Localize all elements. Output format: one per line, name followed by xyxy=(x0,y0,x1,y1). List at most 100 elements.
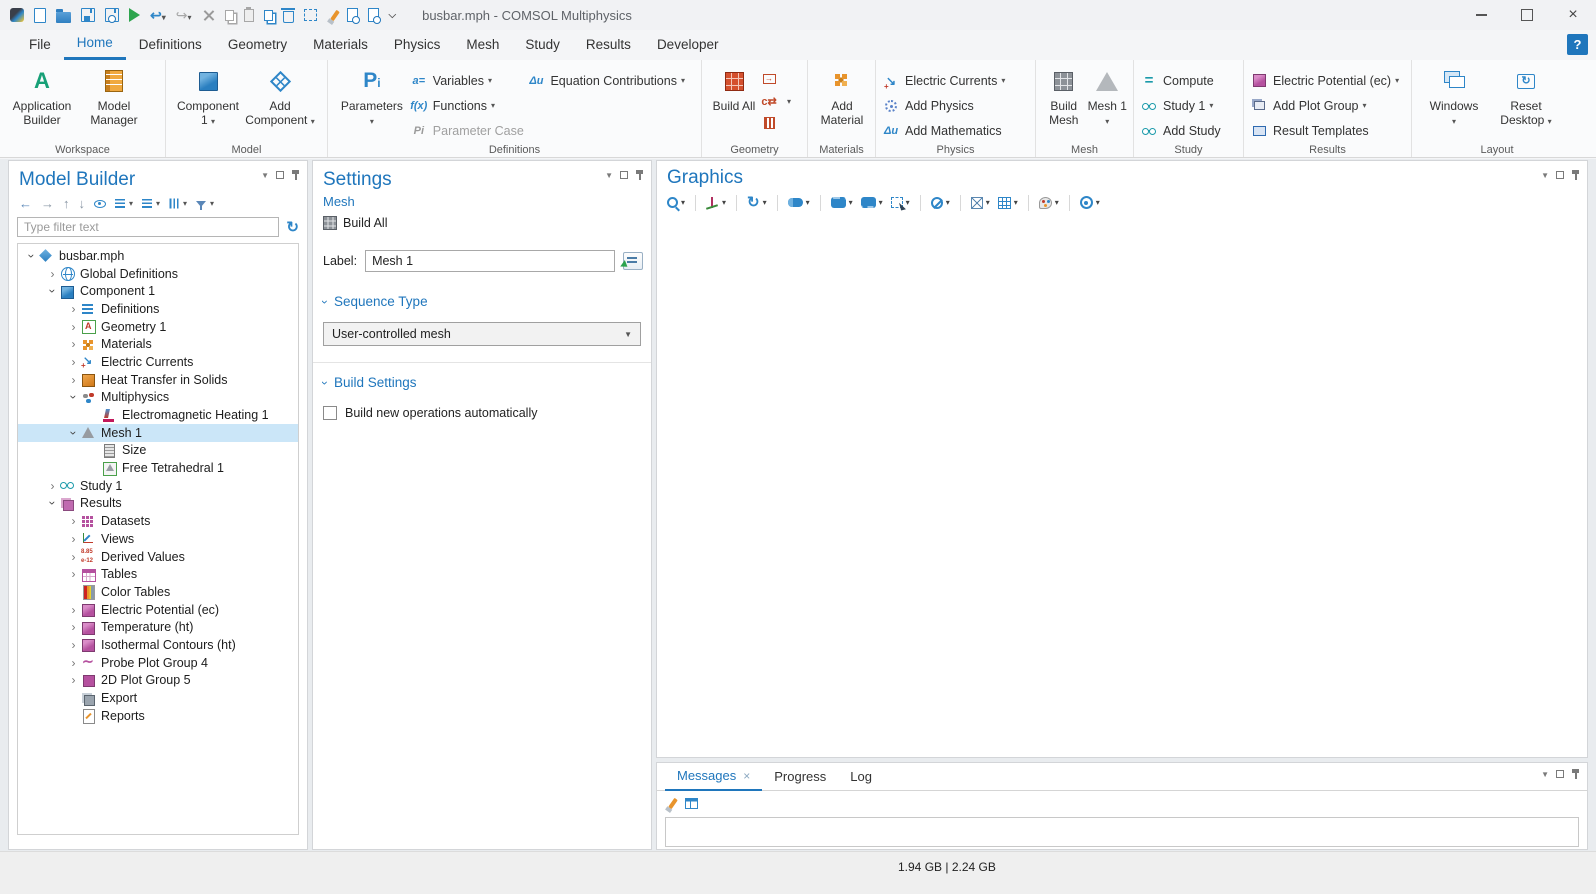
messages-tab[interactable]: Messages × xyxy=(665,763,762,791)
chevron-down-icon[interactable]: ▼ xyxy=(1541,770,1549,779)
refresh-icon[interactable]: ↻ xyxy=(286,220,299,235)
clear-messages-icon[interactable] xyxy=(668,797,678,808)
customize-toolbar-icon[interactable]: ⌵ xyxy=(389,7,397,24)
tree-row[interactable]: › Heat Transfer in Solids xyxy=(18,371,298,389)
close-button[interactable]: × xyxy=(1550,0,1596,30)
find-icon[interactable] xyxy=(347,8,358,22)
tree-chevron-icon[interactable]: › xyxy=(46,496,60,511)
tree-row[interactable]: › busbar.mph xyxy=(18,247,298,265)
tree-row[interactable]: › Size xyxy=(18,442,298,460)
chevron-down-icon[interactable]: ▼ xyxy=(605,171,613,180)
tree-row[interactable]: › Component 1 xyxy=(18,282,298,300)
tree-row[interactable]: › Study 1 xyxy=(18,477,298,495)
component-1-button[interactable]: Component 1 ▾ xyxy=(172,65,244,129)
tree-chevron-icon[interactable]: › xyxy=(66,532,81,546)
messages-tab[interactable]: Progress xyxy=(762,763,838,791)
tree-row[interactable]: › Electric Potential (ec) xyxy=(18,601,298,619)
tree-chevron-icon[interactable]: › xyxy=(66,656,81,670)
variables-button[interactable]: a= Variables▾ xyxy=(410,68,528,93)
tree-chevron-icon[interactable]: › xyxy=(45,267,60,281)
search-icon[interactable] xyxy=(368,8,379,22)
tree-chevron-icon[interactable]: › xyxy=(66,638,81,652)
tree-row[interactable]: › Results xyxy=(18,495,298,513)
tree-row[interactable]: › Color Tables xyxy=(18,583,298,601)
forward-icon[interactable]: → xyxy=(41,196,54,211)
tree-row[interactable]: › Views xyxy=(18,530,298,548)
tree-row[interactable]: › Tables xyxy=(18,565,298,583)
menu-item[interactable]: Results xyxy=(573,30,644,60)
mesh-1-button[interactable]: Mesh 1 ▾ xyxy=(1086,65,1130,129)
cut-icon[interactable] xyxy=(202,9,215,22)
menu-item[interactable]: Mesh xyxy=(453,30,512,60)
tree-row[interactable]: › Definitions xyxy=(18,300,298,318)
virtual-operations-button[interactable] xyxy=(760,114,800,132)
save-icon[interactable] xyxy=(81,8,95,22)
tree-row[interactable]: › Derived Values xyxy=(18,548,298,566)
tree-row[interactable]: › Datasets xyxy=(18,512,298,530)
tree-row[interactable]: › Reports xyxy=(18,707,298,725)
duplicate-icon[interactable] xyxy=(264,10,273,21)
redo-icon[interactable]: ↪▾ xyxy=(176,7,192,24)
electric-potential-button[interactable]: Electric Potential (ec)▾ xyxy=(1250,68,1399,93)
image-effects-icon[interactable]: ▾ xyxy=(831,197,853,208)
close-tab-icon[interactable]: × xyxy=(743,769,750,783)
menu-item[interactable]: Definitions xyxy=(126,30,215,60)
move-up-icon[interactable]: ↑ xyxy=(63,196,70,211)
windows-button[interactable]: Windows▾ xyxy=(1418,65,1490,129)
tree-chevron-icon[interactable]: › xyxy=(66,603,81,617)
select-box-icon[interactable]: ▾ xyxy=(891,197,910,208)
tree-row[interactable]: › Electromagnetic Heating 1 xyxy=(18,406,298,424)
rename-icon[interactable] xyxy=(623,252,643,270)
move-down-icon[interactable]: ↓ xyxy=(79,196,86,211)
menu-item[interactable]: Physics xyxy=(381,30,454,60)
back-icon[interactable]: ← xyxy=(19,196,32,211)
tree-row[interactable]: › Geometry 1 xyxy=(18,318,298,336)
select-box-icon[interactable] xyxy=(304,9,317,21)
rebuild-geometry-button[interactable]: c⇄▾ xyxy=(760,92,800,110)
float-panel-icon[interactable] xyxy=(276,171,284,179)
undo-icon[interactable]: ↩▾ xyxy=(150,7,166,24)
sequence-type-section-header[interactable]: › Sequence Type xyxy=(323,294,651,309)
tree-row[interactable]: › Isothermal Contours (ht) xyxy=(18,636,298,654)
messages-output[interactable] xyxy=(665,817,1579,847)
add-physics-button[interactable]: Add Physics xyxy=(882,93,1005,118)
delete-icon[interactable] xyxy=(283,11,294,23)
float-panel-icon[interactable] xyxy=(1556,171,1564,179)
tree-chevron-icon[interactable]: › xyxy=(25,248,39,263)
tree-chevron-icon[interactable]: › xyxy=(66,373,81,387)
add-material-button[interactable]: Add Material xyxy=(814,65,870,127)
help-button[interactable]: ? xyxy=(1567,34,1588,55)
mesh-label-input[interactable] xyxy=(365,250,615,272)
add-mathematics-button[interactable]: Δu Add Mathematics xyxy=(882,118,1005,143)
hide-objects-icon[interactable]: ▾ xyxy=(931,197,950,209)
sequence-type-select[interactable]: User-controlled mesh ▼ xyxy=(323,322,641,346)
open-file-icon[interactable] xyxy=(56,12,71,23)
build-settings-section-header[interactable]: › Build Settings xyxy=(323,375,651,390)
maximize-button[interactable] xyxy=(1504,0,1550,30)
show-icon[interactable] xyxy=(94,200,106,208)
tree-row[interactable]: › Electric Currents xyxy=(18,353,298,371)
float-panel-icon[interactable] xyxy=(620,171,628,179)
tree-chevron-icon[interactable]: › xyxy=(46,284,60,299)
model-tree-node-text-icon[interactable] xyxy=(170,199,179,209)
tree-chevron-icon[interactable]: › xyxy=(66,320,81,334)
model-manager-button[interactable]: Model Manager xyxy=(78,65,150,127)
tree-chevron-icon[interactable]: › xyxy=(67,390,81,405)
table-icon[interactable] xyxy=(685,798,698,809)
filter-icon[interactable] xyxy=(196,201,206,207)
collapse-icon[interactable] xyxy=(142,199,152,208)
build-all-geometry-button[interactable]: Build All xyxy=(708,65,760,113)
menu-item[interactable]: Developer xyxy=(644,30,732,60)
add-study-button[interactable]: Add Study xyxy=(1140,118,1221,143)
tree-row[interactable]: › Mesh 1 xyxy=(18,424,298,442)
minimize-button[interactable] xyxy=(1458,0,1504,30)
scene-light-icon[interactable]: ▾ xyxy=(788,198,810,207)
tree-chevron-icon[interactable]: › xyxy=(66,514,81,528)
tree-row[interactable]: › Export xyxy=(18,689,298,707)
pin-icon[interactable] xyxy=(1571,769,1580,779)
tree-row[interactable]: › Materials xyxy=(18,335,298,353)
checkbox-icon[interactable] xyxy=(323,406,337,420)
tree-chevron-icon[interactable]: › xyxy=(66,550,81,564)
view-cube-icon[interactable]: ▾ xyxy=(971,197,990,209)
study-1-button[interactable]: Study 1▾ xyxy=(1140,93,1221,118)
